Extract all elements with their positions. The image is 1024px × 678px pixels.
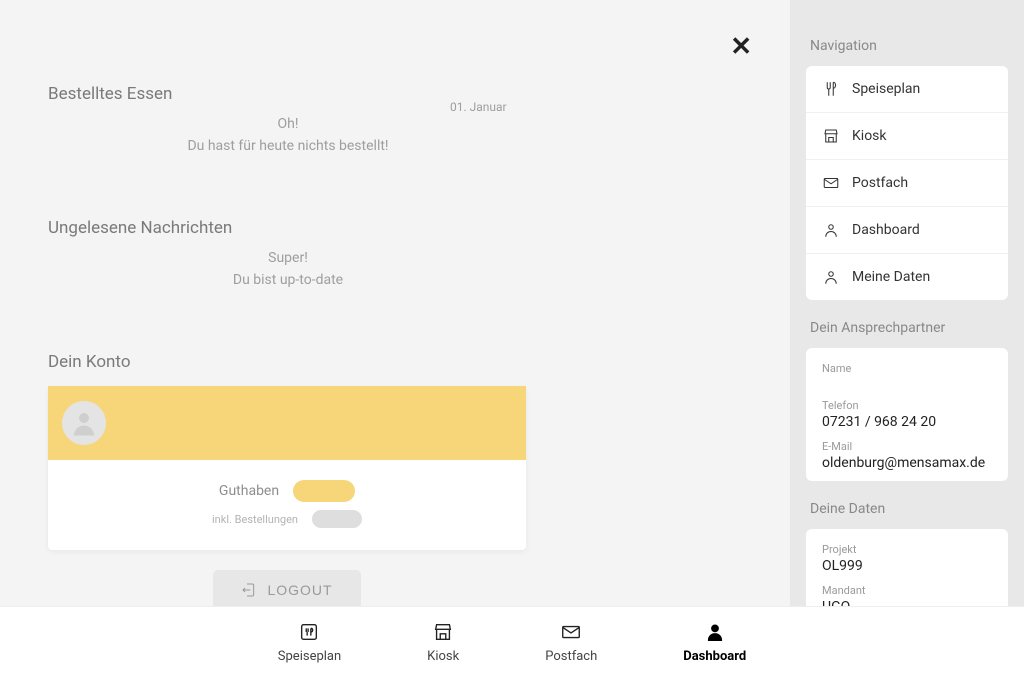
nav-item-dashboard[interactable]: Dashboard: [806, 207, 1008, 254]
logout-icon: [241, 582, 257, 598]
nav-label: Kiosk: [852, 128, 887, 144]
contact-heading: Dein Ansprechpartner: [810, 320, 1008, 336]
utensils-icon: [822, 80, 840, 98]
nav-label: Dashboard: [852, 222, 920, 238]
unread-exclaim: Super!: [48, 250, 528, 266]
contact-email-label: E-Mail: [822, 440, 992, 453]
nav-label: Meine Daten: [852, 269, 930, 285]
account-heading: Dein Konto: [48, 352, 750, 372]
store-icon: [822, 127, 840, 145]
mail-icon: [560, 621, 582, 643]
account-header: [48, 386, 526, 460]
contact-name-value: [822, 377, 992, 389]
user-icon: [822, 268, 840, 286]
tab-bar: Speiseplan Kiosk Postfach Dashboard: [0, 606, 1024, 678]
tab-kiosk[interactable]: Kiosk: [427, 621, 459, 664]
account-card: Guthaben inkl. Bestellungen: [48, 386, 526, 550]
contact-email-value: oldenburg@mensamax.de: [822, 455, 992, 471]
nav-heading: Navigation: [810, 38, 1008, 54]
tab-label: Kiosk: [427, 649, 459, 664]
tab-label: Dashboard: [683, 649, 746, 664]
balance-incl-label: inkl. Bestellungen: [212, 513, 298, 526]
nav-label: Speiseplan: [852, 81, 920, 97]
ordered-food-empty-text: Du hast für heute nichts bestellt!: [48, 138, 528, 154]
tab-dashboard[interactable]: Dashboard: [683, 621, 746, 664]
tab-postfach[interactable]: Postfach: [545, 621, 597, 664]
data-card: Projekt OL999 Mandant UGO: [806, 529, 1008, 606]
nav-list: Speiseplan Kiosk Postfach Dashboard Mein…: [806, 66, 1008, 300]
utensils-icon: [298, 621, 320, 643]
contact-name-label: Name: [822, 362, 992, 375]
balance-value-pill: [293, 480, 355, 502]
close-icon[interactable]: ✕: [730, 32, 752, 62]
contact-card: Name Telefon 07231 / 968 24 20 E-Mail ol…: [806, 348, 1008, 481]
user-icon: [822, 221, 840, 239]
ordered-food-heading: Bestelltes Essen: [48, 84, 750, 104]
nav-label: Postfach: [852, 175, 908, 191]
logout-button[interactable]: LOGOUT: [213, 570, 360, 606]
store-icon: [432, 621, 454, 643]
unread-empty-text: Du bist up-to-date: [48, 272, 528, 288]
nav-item-postfach[interactable]: Postfach: [806, 160, 1008, 207]
contact-phone-value: 07231 / 968 24 20: [822, 414, 992, 430]
contact-phone-label: Telefon: [822, 399, 992, 412]
balance-incl-value-pill: [312, 510, 362, 528]
ordered-food-exclaim: Oh!: [48, 116, 528, 132]
user-icon: [704, 621, 726, 643]
logout-label: LOGOUT: [267, 582, 332, 598]
nav-item-kiosk[interactable]: Kiosk: [806, 113, 1008, 160]
tab-speiseplan[interactable]: Speiseplan: [278, 621, 341, 664]
data-heading: Deine Daten: [810, 501, 1008, 517]
mail-icon: [822, 174, 840, 192]
unread-heading: Ungelesene Nachrichten: [48, 218, 750, 238]
nav-item-speiseplan[interactable]: Speiseplan: [806, 66, 1008, 113]
project-label: Projekt: [822, 543, 992, 556]
tab-label: Postfach: [545, 649, 597, 664]
avatar: [62, 401, 106, 445]
mandant-label: Mandant: [822, 584, 992, 597]
project-value: OL999: [822, 558, 992, 574]
nav-item-meine-daten[interactable]: Meine Daten: [806, 254, 1008, 300]
balance-label: Guthaben: [219, 483, 279, 499]
tab-label: Speiseplan: [278, 649, 341, 664]
mandant-value: UGO: [822, 599, 992, 606]
user-icon: [69, 408, 99, 438]
ordered-food-date: 01. Januar: [450, 100, 507, 114]
